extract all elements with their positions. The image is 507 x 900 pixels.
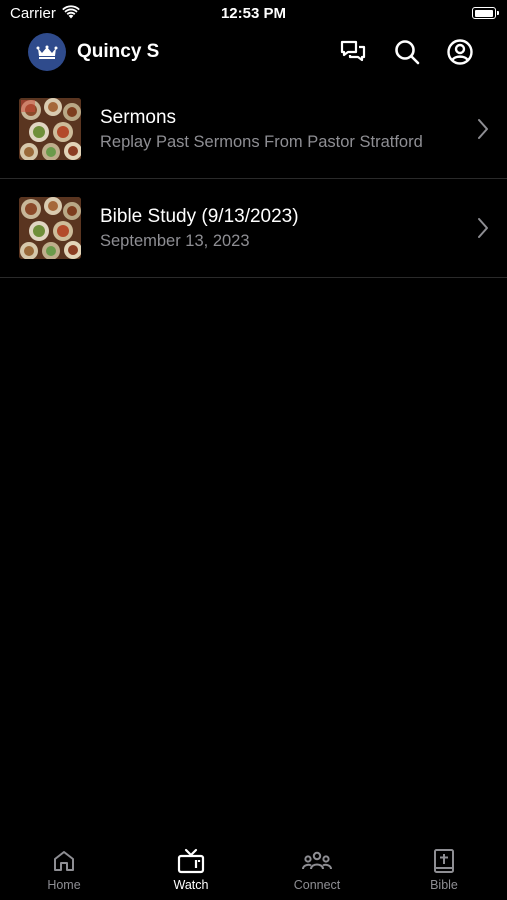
chevron-right-icon [478,218,488,238]
chat-icon[interactable] [339,38,367,66]
item-title: Sermons [100,107,177,128]
home-icon [54,851,74,871]
list-item[interactable]: Bible Study (9/13/2023) September 13, 20… [0,179,507,278]
battery-icon [472,7,499,19]
tab-bible[interactable]: Bible [394,838,494,900]
item-subtitle: September 13, 2023 [100,232,250,250]
item-title: Bible Study (9/13/2023) [100,206,299,227]
user-name: Quincy S [77,41,160,62]
status-time: 12:53 PM [220,5,287,22]
bible-icon [434,849,454,873]
watch-list: Sermons Replay Past Sermons From Pastor … [0,80,507,278]
app-header: Quincy S [0,30,507,76]
tab-home[interactable]: Home [14,838,114,900]
crown-icon [36,45,58,59]
tab-watch[interactable]: Watch [141,838,241,900]
tab-label: Home [47,878,81,892]
tab-label: Connect [293,878,341,892]
search-icon[interactable] [393,38,421,66]
people-icon [302,851,332,870]
thumbnail-image [19,98,81,160]
tab-bar: Home Watch Connect Bible [0,838,507,900]
profile-icon[interactable] [446,38,474,66]
tv-icon [177,848,205,874]
thumbnail-image [19,197,81,259]
avatar[interactable] [28,33,66,71]
tab-label: Watch [173,878,209,892]
chevron-right-icon [478,119,488,139]
list-item[interactable]: Sermons Replay Past Sermons From Pastor … [0,80,507,179]
tab-label: Bible [430,878,458,892]
tab-connect[interactable]: Connect [267,838,367,900]
item-subtitle: Replay Past Sermons From Pastor Stratfor… [100,133,423,151]
status-bar: Carrier 12:53 PM [0,0,507,28]
